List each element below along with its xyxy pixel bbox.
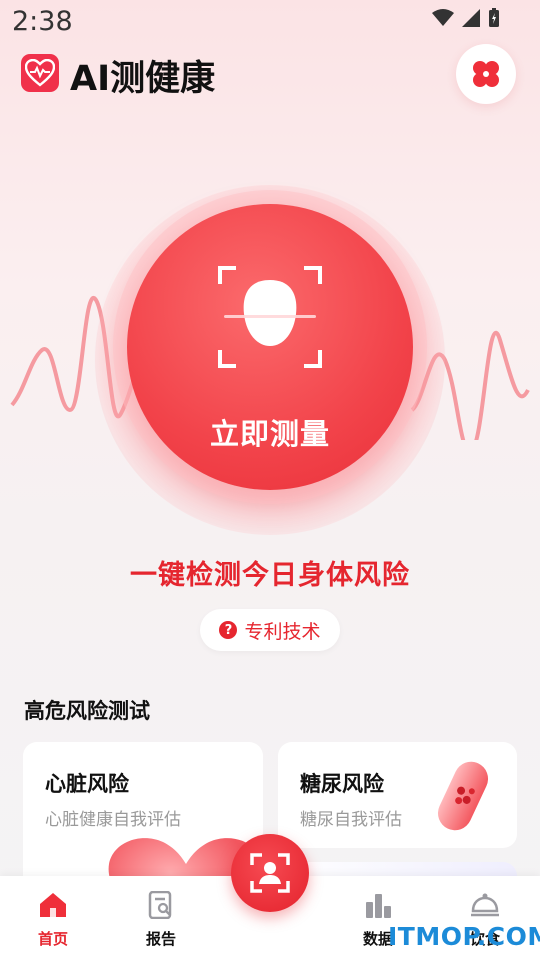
tab-label: 首页 bbox=[37, 930, 68, 948]
face-scan-icon bbox=[218, 266, 322, 368]
bar-chart-icon bbox=[366, 894, 391, 918]
app-header: AI测健康 bbox=[0, 44, 540, 108]
slogan: 一键检测今日身体风险 bbox=[130, 560, 410, 591]
tab-home[interactable]: 首页 bbox=[13, 876, 93, 960]
card-subtitle: 糖尿自我评估 bbox=[300, 810, 402, 830]
status-bar: 2:38 bbox=[0, 0, 540, 44]
report-icon bbox=[148, 891, 172, 919]
measure-now-label: 立即测量 bbox=[209, 417, 330, 451]
card-title: 心脏风险 bbox=[45, 772, 129, 796]
tab-label: 报告 bbox=[145, 930, 176, 948]
patent-label: 专利技术 bbox=[244, 620, 321, 643]
cellular-signal-icon bbox=[462, 9, 480, 27]
card-title: 糖尿风险 bbox=[300, 772, 384, 796]
question-icon: ? bbox=[219, 621, 238, 639]
food-cloche-icon bbox=[471, 893, 499, 917]
measure-now-button[interactable]: 立即测量 bbox=[127, 204, 413, 490]
home-icon bbox=[40, 893, 66, 917]
app-logo-icon bbox=[21, 54, 59, 92]
diabetes-risk-card[interactable]: 糖尿风险 糖尿自我评估 bbox=[278, 742, 517, 848]
battery-charging-icon bbox=[489, 8, 499, 27]
status-icons bbox=[432, 8, 500, 28]
section-title: 高危风险测试 bbox=[24, 699, 150, 723]
user-scan-icon bbox=[250, 853, 290, 893]
measure-hero: 立即测量 bbox=[0, 180, 540, 535]
pill-capsule-icon bbox=[437, 761, 489, 831]
watermark-text: ITMOP.COM bbox=[388, 922, 540, 951]
card-subtitle: 心脏健康自我评估 bbox=[45, 810, 181, 830]
clover-icon bbox=[473, 61, 499, 87]
tab-report[interactable]: 报告 bbox=[121, 876, 201, 960]
patent-tech-pill[interactable]: ? 专利技术 bbox=[200, 609, 340, 651]
wifi-icon bbox=[432, 9, 454, 26]
face-scan-fab-button[interactable] bbox=[231, 834, 309, 912]
app-title: AI测健康 bbox=[70, 59, 216, 99]
status-time: 2:38 bbox=[12, 6, 73, 37]
clover-menu-button[interactable] bbox=[456, 44, 516, 104]
